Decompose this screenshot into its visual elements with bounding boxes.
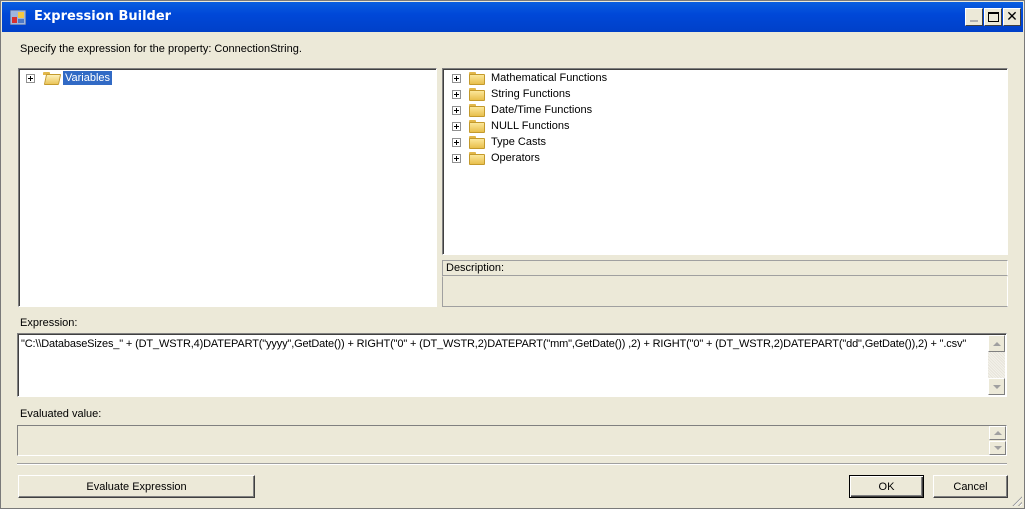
tree-node-label: Variables bbox=[63, 71, 113, 85]
title-bar[interactable]: Expression Builder ✕ bbox=[2, 2, 1023, 32]
cancel-button[interactable]: Cancel bbox=[933, 475, 1008, 498]
tree-node-mathematical-functions[interactable]: Mathematical Functions bbox=[452, 70, 609, 86]
folder-icon bbox=[469, 135, 485, 149]
tree-node-label: Operators bbox=[491, 152, 540, 164]
tree-node-variables[interactable]: Variables bbox=[26, 70, 113, 86]
tree-node-label: NULL Functions bbox=[491, 120, 570, 132]
expand-icon[interactable] bbox=[452, 89, 461, 99]
separator bbox=[17, 463, 1007, 465]
close-button[interactable]: ✕ bbox=[1003, 8, 1021, 26]
expand-icon[interactable] bbox=[452, 153, 461, 163]
evaluated-value-label: Evaluated value: bbox=[20, 408, 102, 420]
description-label: Description: bbox=[442, 260, 1008, 276]
folder-icon bbox=[469, 103, 485, 117]
evaluated-value-field bbox=[17, 425, 1007, 456]
resize-grip-icon[interactable] bbox=[1010, 494, 1022, 506]
expand-icon[interactable] bbox=[452, 121, 461, 131]
expand-icon[interactable] bbox=[452, 73, 461, 83]
expression-builder-dialog: Expression Builder ✕ Specify the express… bbox=[0, 0, 1025, 509]
scroll-up-button[interactable] bbox=[988, 335, 1005, 352]
scroll-down-button[interactable] bbox=[988, 378, 1005, 395]
window-title: Expression Builder bbox=[34, 9, 172, 24]
maximize-button[interactable] bbox=[984, 8, 1002, 26]
expand-icon[interactable] bbox=[452, 137, 461, 147]
scroll-up-button[interactable] bbox=[989, 426, 1006, 440]
folder-icon bbox=[469, 87, 485, 101]
tree-node-label: Date/Time Functions bbox=[491, 104, 593, 116]
expression-scrollbar[interactable] bbox=[988, 335, 1005, 395]
arrow-down-icon bbox=[992, 384, 1001, 389]
tree-node-label: String Functions bbox=[491, 88, 571, 100]
description-area bbox=[442, 276, 1008, 307]
evaluate-expression-button[interactable]: Evaluate Expression bbox=[18, 475, 255, 498]
functions-tree[interactable]: Mathematical Functions String Functions … bbox=[442, 68, 1008, 255]
expression-text[interactable]: "C:\\DatabaseSizes_" + (DT_WSTR,4)DATEPA… bbox=[21, 338, 966, 350]
tree-node-operators[interactable]: Operators bbox=[452, 150, 542, 166]
folder-icon bbox=[469, 119, 485, 133]
arrow-up-icon bbox=[992, 341, 1001, 346]
folder-open-icon bbox=[43, 71, 62, 85]
maximize-icon bbox=[987, 12, 999, 22]
close-icon: ✕ bbox=[1006, 9, 1018, 25]
arrow-up-icon bbox=[993, 431, 1002, 435]
expression-label: Expression: bbox=[20, 317, 78, 329]
minimize-button[interactable] bbox=[965, 8, 983, 26]
tree-node-string-functions[interactable]: String Functions bbox=[452, 86, 572, 102]
ok-button[interactable]: OK bbox=[849, 475, 924, 498]
variables-tree[interactable]: Variables bbox=[18, 68, 437, 307]
scroll-down-button[interactable] bbox=[989, 441, 1006, 455]
property-prompt: Specify the expression for the property:… bbox=[20, 43, 302, 55]
tree-node-datetime-functions[interactable]: Date/Time Functions bbox=[452, 102, 594, 118]
evaluated-value-scrollbar[interactable] bbox=[989, 426, 1006, 455]
tree-node-label: Type Casts bbox=[491, 136, 547, 148]
expression-textarea[interactable]: "C:\\DatabaseSizes_" + (DT_WSTR,4)DATEPA… bbox=[17, 333, 1007, 397]
expand-icon[interactable] bbox=[26, 73, 35, 83]
folder-icon bbox=[469, 71, 485, 85]
folder-icon bbox=[469, 151, 485, 165]
expand-icon[interactable] bbox=[452, 105, 461, 115]
minimize-icon bbox=[970, 20, 978, 22]
expression-builder-app-icon bbox=[10, 10, 26, 25]
tree-node-null-functions[interactable]: NULL Functions bbox=[452, 118, 571, 134]
tree-node-label: Mathematical Functions bbox=[491, 72, 608, 84]
tree-node-type-casts[interactable]: Type Casts bbox=[452, 134, 548, 150]
arrow-down-icon bbox=[993, 446, 1002, 450]
